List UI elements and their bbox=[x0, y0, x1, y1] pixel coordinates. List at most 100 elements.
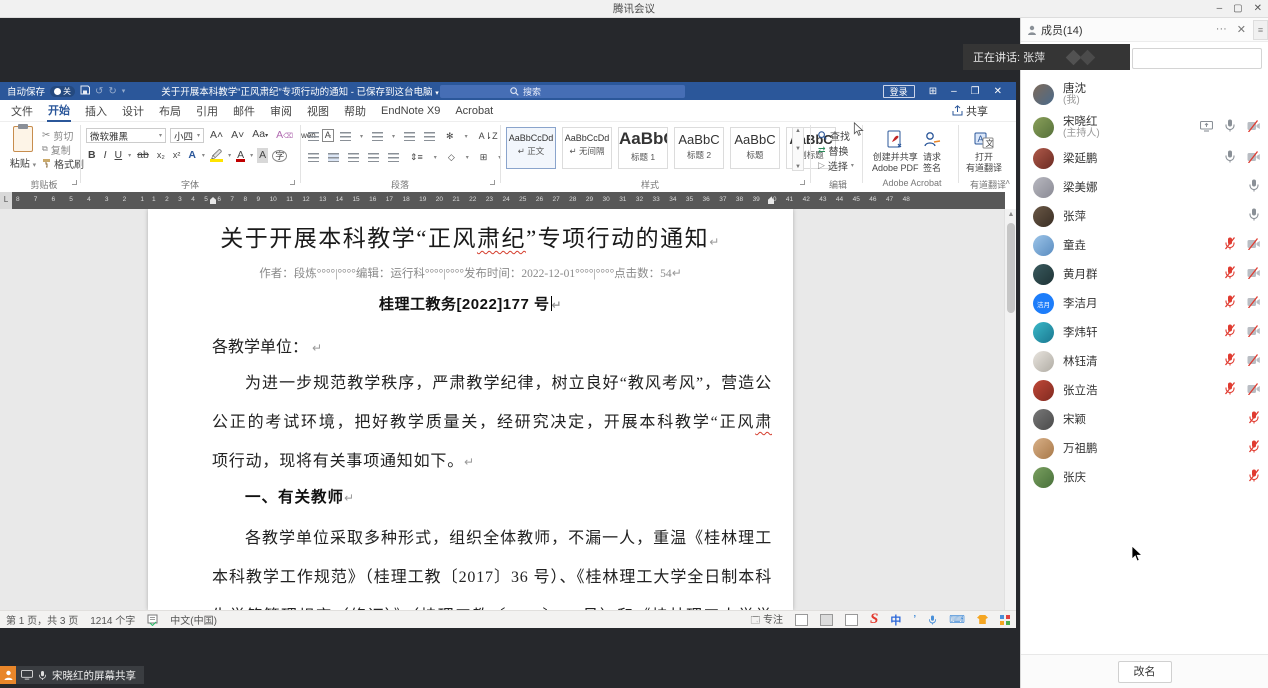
word-count[interactable]: 1214 个字 bbox=[90, 612, 135, 627]
subscript-button[interactable]: x₂ bbox=[155, 148, 167, 163]
screen-share-icon[interactable] bbox=[1200, 119, 1213, 137]
word-close-icon[interactable]: ✕ bbox=[994, 86, 1002, 97]
sogou-mic-icon[interactable] bbox=[928, 614, 937, 626]
sort-icon[interactable]: A⇂Z bbox=[477, 129, 500, 144]
member-row-梁延鹏[interactable]: 梁延鹏 bbox=[1021, 144, 1268, 173]
members-search-input[interactable] bbox=[1132, 48, 1262, 69]
styles-scroll[interactable]: ▲▼▼ bbox=[792, 127, 804, 171]
numbering-icon[interactable] bbox=[340, 132, 351, 141]
tab-文件[interactable]: 文件 bbox=[10, 101, 34, 121]
scroll-up-icon[interactable]: ▲ bbox=[1005, 209, 1017, 221]
meeting-minimize-icon[interactable]: – bbox=[1217, 0, 1223, 18]
copy-button[interactable]: ⧉复制 bbox=[42, 142, 84, 156]
camera-off-icon[interactable] bbox=[1247, 324, 1260, 342]
font-name-combobox[interactable]: 微软雅黑▾ bbox=[86, 128, 166, 143]
focus-mode-button[interactable]: 🗔 专注 bbox=[750, 611, 783, 629]
camera-off-icon[interactable] bbox=[1247, 382, 1260, 400]
tab-邮件[interactable]: 邮件 bbox=[232, 101, 256, 121]
youdao-translate-button[interactable]: A文 打开有道翻译 bbox=[966, 130, 1002, 174]
horizontal-ruler[interactable]: 87654321 1234567891011121314151617181920… bbox=[12, 192, 1005, 209]
asian-layout-icon[interactable]: ✻ bbox=[444, 129, 456, 144]
align-center-icon[interactable] bbox=[328, 153, 339, 162]
member-row-宋颖[interactable]: 宋颖 bbox=[1021, 405, 1268, 434]
tab-EndNote X9[interactable]: EndNote X9 bbox=[380, 103, 441, 119]
shrink-font-button[interactable]: A˅ bbox=[229, 128, 246, 143]
clipboard-launcher-icon[interactable] bbox=[72, 180, 77, 185]
decrease-indent-icon[interactable] bbox=[404, 132, 415, 141]
select-button[interactable]: ▷选择▾ bbox=[818, 158, 854, 173]
create-pdf-button[interactable]: 创建并共享Adobe PDF bbox=[872, 130, 919, 174]
enclosed-char-icon[interactable]: 字 bbox=[272, 150, 287, 162]
word-minimize-icon[interactable]: – bbox=[951, 86, 957, 97]
sogou-toolbox-icon[interactable] bbox=[1000, 615, 1010, 625]
styles-launcher-icon[interactable] bbox=[800, 180, 805, 185]
strikethrough-button[interactable]: ab bbox=[135, 148, 151, 163]
document-page[interactable]: 关于开展本科教学“正风肃纪”专项行动的通知↵ 作者：段炼°°°°|°°°°编辑：… bbox=[148, 209, 793, 610]
distribute-icon[interactable] bbox=[388, 153, 399, 162]
camera-off-icon[interactable] bbox=[1247, 119, 1260, 137]
meeting-maximize-icon[interactable]: ▢ bbox=[1233, 0, 1242, 18]
ribbon-options-icon[interactable]: ⊞ bbox=[929, 86, 937, 97]
line-spacing-icon[interactable]: ⇕≡ bbox=[408, 150, 425, 165]
collapse-ribbon-icon[interactable]: ˄ bbox=[1005, 178, 1010, 187]
multilevel-list-icon[interactable] bbox=[372, 132, 383, 141]
mic-on-icon[interactable] bbox=[1224, 150, 1236, 168]
print-layout-icon[interactable] bbox=[820, 614, 833, 626]
save-icon[interactable] bbox=[80, 85, 90, 98]
member-row-唐沈[interactable]: 唐沈(我) bbox=[1021, 78, 1268, 111]
underline-button[interactable]: U bbox=[113, 148, 125, 163]
word-restore-icon[interactable]: ❐ bbox=[971, 86, 980, 97]
signin-button[interactable]: 登录 bbox=[883, 85, 915, 98]
request-signature-button[interactable]: 请求签名 bbox=[922, 130, 942, 174]
mic-muted-icon[interactable] bbox=[1224, 266, 1236, 284]
sogou-mode-indicator[interactable]: 中 bbox=[890, 612, 901, 628]
redo-icon[interactable]: ↻ bbox=[108, 86, 116, 97]
style-标题 2[interactable]: AaBbC标题 2 bbox=[674, 127, 724, 169]
tab-帮助[interactable]: 帮助 bbox=[343, 101, 367, 121]
titlebar-search-input[interactable]: 搜索 bbox=[440, 85, 685, 98]
tab-开始[interactable]: 开始 bbox=[47, 100, 71, 122]
mic-muted-icon[interactable] bbox=[1224, 324, 1236, 342]
bullets-icon[interactable] bbox=[308, 132, 319, 141]
panel-close-icon[interactable]: ✕ bbox=[1237, 23, 1246, 36]
panel-collapse-icon[interactable]: ≡ bbox=[1253, 20, 1268, 40]
tab-审阅[interactable]: 审阅 bbox=[269, 101, 293, 121]
tab-Acrobat[interactable]: Acrobat bbox=[454, 103, 494, 119]
member-row-童垚[interactable]: 童垚 bbox=[1021, 231, 1268, 260]
member-row-张萍[interactable]: 张萍 bbox=[1021, 202, 1268, 231]
camera-off-icon[interactable] bbox=[1247, 266, 1260, 284]
member-row-黄月群[interactable]: 黄月群 bbox=[1021, 260, 1268, 289]
style-正文[interactable]: AaBbCcDd↵ 正文 bbox=[506, 127, 556, 169]
find-button[interactable]: 查找 bbox=[818, 128, 854, 143]
style-标题 1[interactable]: AaBbC标题 1 bbox=[618, 127, 668, 169]
undo-icon[interactable]: ↺ bbox=[95, 86, 103, 97]
mic-muted-icon[interactable] bbox=[1248, 469, 1260, 487]
replace-button[interactable]: ⇄替换 bbox=[818, 143, 854, 158]
font-launcher-icon[interactable] bbox=[290, 180, 295, 185]
format-painter-button[interactable]: 格式刷 bbox=[42, 156, 84, 170]
camera-off-icon[interactable] bbox=[1247, 353, 1260, 371]
mic-on-icon[interactable] bbox=[1248, 179, 1260, 197]
change-case-button[interactable]: Aa▾ bbox=[250, 127, 270, 144]
paste-button[interactable]: 粘贴 ▾ bbox=[6, 126, 40, 176]
grow-font-button[interactable]: A˄ bbox=[208, 128, 225, 143]
tab-布局[interactable]: 布局 bbox=[158, 101, 182, 121]
autosave-toggle[interactable]: 关 bbox=[50, 86, 75, 97]
proofing-icon[interactable] bbox=[147, 614, 158, 626]
bold-button[interactable]: B bbox=[86, 148, 98, 163]
increase-indent-icon[interactable] bbox=[424, 132, 435, 141]
member-row-张庆[interactable]: 张庆 bbox=[1021, 463, 1268, 492]
text-effects-icon[interactable]: A bbox=[186, 149, 198, 162]
member-row-李洁月[interactable]: 洁月李洁月 bbox=[1021, 289, 1268, 318]
camera-off-icon[interactable] bbox=[1247, 150, 1260, 168]
tab-插入[interactable]: 插入 bbox=[84, 101, 108, 121]
quickaccess-chevron-icon[interactable]: ▾ bbox=[122, 87, 126, 95]
character-shading-icon[interactable]: A bbox=[257, 148, 268, 163]
member-row-万祖鹏[interactable]: 万祖鹏 bbox=[1021, 434, 1268, 463]
member-row-林钰清[interactable]: 林钰清 bbox=[1021, 347, 1268, 376]
mic-on-icon[interactable] bbox=[1224, 119, 1236, 137]
align-left-icon[interactable] bbox=[308, 153, 319, 162]
scrollbar-thumb[interactable] bbox=[1007, 223, 1015, 313]
style-无间隔[interactable]: AaBbCcDd↵ 无间隔 bbox=[562, 127, 612, 169]
font-color-icon[interactable]: A bbox=[235, 149, 246, 162]
